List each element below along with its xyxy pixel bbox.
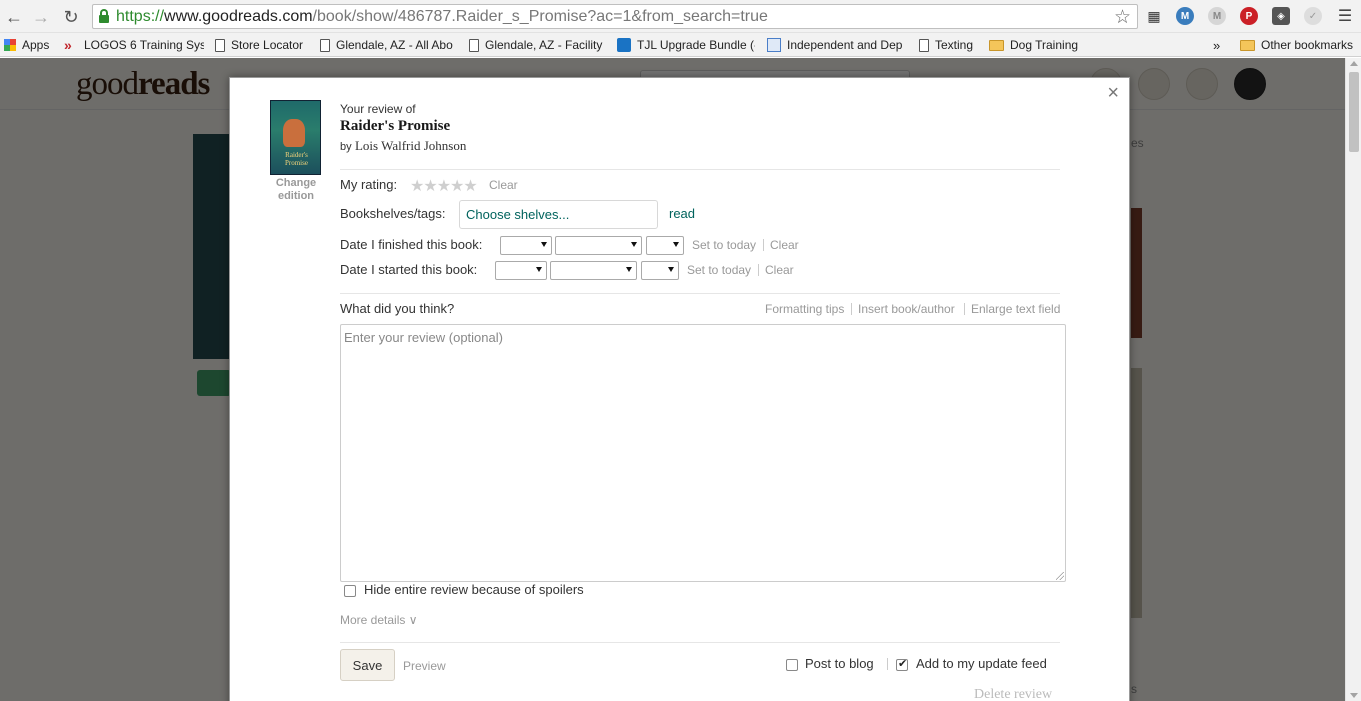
started-set-today-link[interactable]: Set to today xyxy=(687,263,751,277)
lock-icon xyxy=(99,9,109,23)
chevron-down-icon xyxy=(541,242,547,247)
chevron-down-icon xyxy=(668,267,674,272)
finished-year-select[interactable] xyxy=(500,236,552,255)
finished-month-select[interactable] xyxy=(555,236,642,255)
extension-bulb-icon[interactable]: ◈ xyxy=(1272,7,1290,25)
rating-clear-link[interactable]: Clear xyxy=(489,178,518,192)
close-icon[interactable]: × xyxy=(1107,82,1119,105)
browser-toolbar: ← → ↻ https://www.goodreads.com/book/sho… xyxy=(0,0,1361,33)
bookmark-apps[interactable]: Apps xyxy=(4,37,49,53)
change-edition-link[interactable]: Change edition xyxy=(266,177,326,203)
separator xyxy=(758,264,759,276)
what-did-you-think-label: What did you think? xyxy=(340,301,455,316)
update-feed-label: Add to my update feed xyxy=(916,656,1047,671)
review-modal: × Raider's Promise Change edition Your r… xyxy=(229,77,1130,701)
address-bar[interactable]: https://www.goodreads.com/book/show/4867… xyxy=(92,4,1138,29)
divider xyxy=(340,293,1060,294)
apps-icon xyxy=(4,39,16,51)
yd-icon xyxy=(767,38,781,52)
separator xyxy=(763,239,764,251)
post-to-blog-label: Post to blog xyxy=(805,656,874,671)
insert-book-author-link[interactable]: Insert book/author xyxy=(858,302,955,316)
page-icon xyxy=(469,38,479,52)
bookmarks-overflow[interactable]: » xyxy=(1213,37,1220,53)
bookshelves-label: Bookshelves/tags: xyxy=(340,206,446,221)
bookmark-dog-training[interactable]: Dog Training xyxy=(989,37,1078,53)
bookmark-texting[interactable]: Texting xyxy=(919,37,973,53)
more-details-toggle[interactable]: More details ∨ xyxy=(340,613,417,627)
folder-icon xyxy=(1240,39,1255,51)
author-link[interactable]: Lois Walfrid Johnson xyxy=(355,138,466,153)
back-icon[interactable]: ← xyxy=(3,6,25,28)
scroll-up-icon[interactable] xyxy=(1350,61,1358,66)
page-icon xyxy=(215,38,225,52)
finished-clear-link[interactable]: Clear xyxy=(770,238,799,252)
resize-handle[interactable] xyxy=(1056,572,1064,580)
review-of-label: Your review of xyxy=(340,102,416,116)
book-title[interactable]: Raider's Promise xyxy=(340,118,450,135)
divider xyxy=(340,642,1060,643)
review-textarea[interactable]: Enter your review (optional) xyxy=(340,324,1066,582)
bookmark-independent[interactable]: Independent and Dep xyxy=(767,37,905,53)
menu-icon[interactable]: ☰ xyxy=(1336,7,1354,25)
chevron-down-icon xyxy=(536,267,542,272)
scroll-down-icon[interactable] xyxy=(1350,693,1358,698)
finished-day-select[interactable] xyxy=(646,236,684,255)
logos-icon: » xyxy=(64,37,72,53)
started-clear-link[interactable]: Clear xyxy=(765,263,794,277)
date-finished-label: Date I finished this book: xyxy=(340,237,483,252)
separator xyxy=(964,303,965,315)
bookmark-store-locator[interactable]: Store Locator xyxy=(215,37,303,53)
page-icon xyxy=(320,38,330,52)
tjl-icon xyxy=(617,38,631,52)
bookmark-glendale-all[interactable]: Glendale, AZ - All Abo xyxy=(320,37,456,53)
spoiler-checkbox[interactable] xyxy=(344,585,356,597)
spoiler-label: Hide entire review because of spoilers xyxy=(364,582,584,597)
bookmark-logos[interactable]: » LOGOS 6 Training Sys xyxy=(64,37,204,53)
star-rating[interactable]: ★★★★★ xyxy=(410,176,478,196)
author-line: by Lois Walfrid Johnson xyxy=(340,138,467,153)
extension-check-icon[interactable]: ✓ xyxy=(1304,7,1322,25)
scroll-thumb[interactable] xyxy=(1349,72,1359,152)
pinterest-icon[interactable]: P xyxy=(1240,7,1258,25)
started-year-select[interactable] xyxy=(495,261,547,280)
bookmark-tjl[interactable]: TJL Upgrade Bundle (- xyxy=(617,37,755,53)
page-scrollbar[interactable] xyxy=(1345,58,1361,701)
chevron-down-icon xyxy=(626,267,632,272)
bookmark-star-icon[interactable]: ☆ xyxy=(1114,6,1131,29)
chevron-down-icon xyxy=(673,242,679,247)
extension-m-icon[interactable]: M xyxy=(1176,7,1194,25)
enlarge-text-field-link[interactable]: Enlarge text field xyxy=(971,302,1060,316)
date-started-label: Date I started this book: xyxy=(340,262,478,277)
reload-icon[interactable]: ↻ xyxy=(60,6,82,28)
review-placeholder: Enter your review (optional) xyxy=(344,330,503,345)
started-day-select[interactable] xyxy=(641,261,679,280)
forward-icon[interactable]: → xyxy=(30,6,52,28)
bookmark-glendale-facility[interactable]: Glendale, AZ - Facility xyxy=(469,37,605,53)
extension-gray-icon[interactable]: M xyxy=(1208,7,1226,25)
finished-set-today-link[interactable]: Set to today xyxy=(692,238,756,252)
update-feed-checkbox[interactable] xyxy=(896,657,908,671)
my-rating-label: My rating: xyxy=(340,177,398,192)
delete-review-link[interactable]: Delete review xyxy=(974,687,1052,701)
chevron-down-icon xyxy=(631,242,637,247)
apps-grid-icon[interactable]: ▦ xyxy=(1145,7,1163,25)
choose-shelves-input[interactable]: Choose shelves... xyxy=(459,200,658,229)
separator xyxy=(851,303,852,315)
save-button[interactable]: Save xyxy=(340,649,395,681)
separator xyxy=(887,658,888,670)
folder-icon xyxy=(989,39,1004,51)
shelf-read-link[interactable]: read xyxy=(669,206,695,221)
bookmarks-bar: Apps » LOGOS 6 Training Sys Store Locato… xyxy=(0,33,1361,57)
preview-link[interactable]: Preview xyxy=(403,659,446,673)
started-month-select[interactable] xyxy=(550,261,637,280)
post-to-blog-checkbox[interactable] xyxy=(786,659,798,671)
formatting-tips-link[interactable]: Formatting tips xyxy=(765,302,844,316)
bookmark-other[interactable]: Other bookmarks xyxy=(1240,37,1353,53)
book-cover-thumbnail: Raider's Promise xyxy=(270,100,321,175)
divider xyxy=(340,169,1060,170)
page-icon xyxy=(919,38,929,52)
url-text: https://www.goodreads.com/book/show/4867… xyxy=(116,8,768,25)
